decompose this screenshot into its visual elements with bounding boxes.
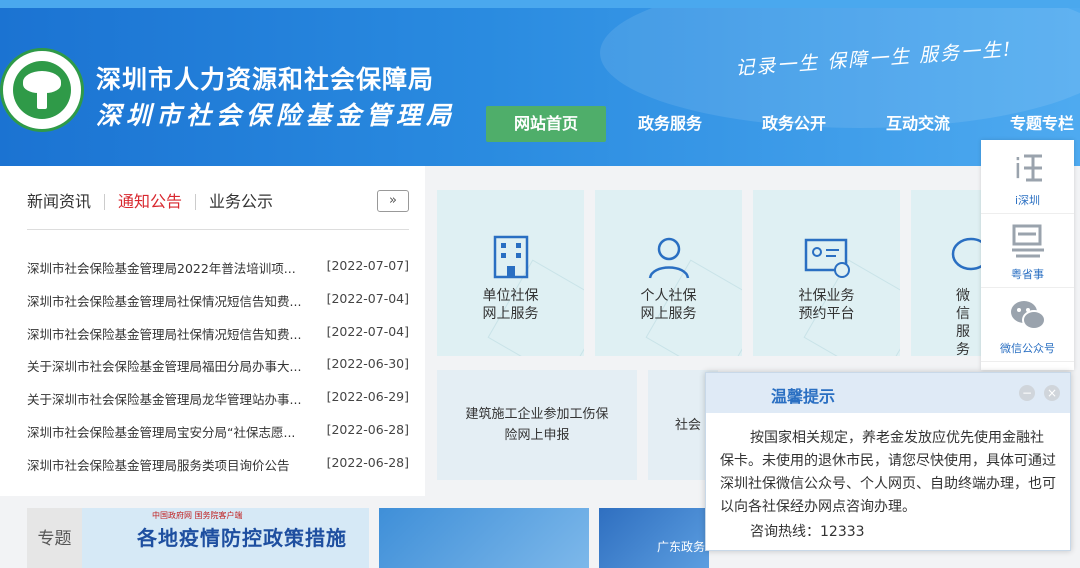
list-item[interactable]: 深圳市社会保险基金管理局社保情况短信告知费... [2022-07-04] (27, 324, 409, 357)
tab-news[interactable]: 新闻资讯 (27, 194, 104, 210)
list-item-date: [2022-06-29] (326, 389, 409, 405)
list-item-date: [2022-06-28] (326, 421, 409, 437)
list-item-title[interactable]: 关于深圳市社会保险基金管理局龙华管理站办事... (27, 389, 301, 422)
list-item[interactable]: 深圳市社会保险基金管理局宝安分局“社保志愿... [2022-06-28] (27, 422, 409, 455)
banner-epidemic-title: 各地疫情防控政策措施 (137, 526, 347, 550)
nav-item-interaction[interactable]: 互动交流 (858, 106, 978, 142)
list-item-date: [2022-07-07] (326, 258, 409, 273)
banner-gd-label: 广东政务 (657, 540, 706, 554)
list-item-title[interactable]: 深圳市社会保险基金管理局社保情况短信告知费... (27, 324, 301, 357)
service-tile-wechat[interactable]: 微信 服务 (911, 190, 981, 356)
list-item-date: [2022-06-28] (326, 454, 409, 470)
service-tile-unit[interactable]: 单位社保 网上服务 (437, 190, 584, 356)
ishenzhen-icon: i (1014, 152, 1042, 185)
service-tile-label: 个人社保 网上服务 (640, 288, 697, 322)
close-icon[interactable]: × (1044, 385, 1060, 401)
building-icon (493, 235, 528, 279)
nav-item-gov-services[interactable]: 政务服务 (610, 106, 730, 142)
list-item[interactable]: 深圳市社会保险基金管理局社保情况短信告知费... [2022-07-04] (27, 291, 409, 324)
list-item-date: [2022-06-30] (326, 356, 409, 372)
banner-epidemic[interactable]: 专题 中国政府网 国务院客户端 各地疫情防控政策措施 (27, 508, 369, 568)
popup-header: 温馨提示 − × (706, 373, 1070, 413)
popup-hotline: 咨询热线：12333 (750, 524, 865, 540)
appointment-icon (804, 238, 850, 278)
minimize-icon[interactable]: − (1019, 385, 1035, 401)
nav-item-home[interactable]: 网站首页 (486, 106, 606, 142)
list-item[interactable]: 关于深圳市社会保险基金管理局龙华管理站办事... [2022-06-29] (27, 389, 409, 422)
service-tile-label: 微信 服务 (956, 288, 970, 356)
banner-guangdong[interactable]: 广东政务 (599, 508, 709, 568)
org-name-primary: 深圳市人力资源和社会保障局 (96, 65, 435, 94)
more-button[interactable]: » (377, 190, 409, 212)
service-tile-personal[interactable]: 个人社保 网上服务 (595, 190, 742, 356)
nav-item-gov-open[interactable]: 政务公开 (734, 106, 854, 142)
service-tile-label: 社保业务 预约平台 (798, 288, 855, 322)
site-header: 深圳市人力资源和社会保障局 深圳市社会保险基金管理局 记录一生 保障一生 服务一… (0, 8, 1080, 166)
org-emblem-icon[interactable] (0, 48, 84, 132)
popup-body: 按国家相关规定，养老金发放应优先使用金融社保卡。未使用的退休市民，请您尽快使用，… (720, 430, 1056, 515)
news-list: 深圳市社会保险基金管理局2022年普法培训项... [2022-07-07] 深圳… (27, 258, 409, 488)
top-strip (0, 0, 1080, 8)
notice-popup: 温馨提示 − × 按国家相关规定，养老金发放应优先使用金融社保卡。未使用的退休市… (705, 372, 1071, 551)
banner-2[interactable] (379, 508, 589, 568)
wechat-icon (951, 237, 981, 271)
banner-epidemic-top: 中国政府网 国务院客户端 (152, 511, 243, 520)
tab-notices[interactable]: 通知公告 (104, 194, 195, 210)
service-tile-appointment[interactable]: 社保业务 预约平台 (753, 190, 900, 356)
svg-text:i: i (1014, 152, 1022, 185)
list-item-date: [2022-07-04] (326, 290, 409, 306)
news-panel: 新闻资讯 通知公告 业务公示 » 深圳市社会保险基金管理局2022年普法培训项.… (0, 166, 425, 496)
list-item-date: [2022-07-04] (326, 323, 409, 339)
org-name-secondary: 深圳市社会保险基金管理局 (96, 101, 457, 130)
popup-title: 温馨提示 (771, 387, 836, 406)
list-item-title[interactable]: 关于深圳市社会保险基金管理局福田分局办事大... (27, 356, 301, 389)
sidebar-item-yueshengshi[interactable]: 粤省事 (981, 214, 1074, 288)
banner-zhuanti-label: 专题 (27, 508, 82, 568)
tab-business[interactable]: 业务公示 (195, 194, 286, 210)
list-item-title[interactable]: 深圳市社会保险基金管理局宝安分局“社保志愿... (27, 422, 295, 455)
person-icon (648, 237, 689, 279)
service-tile-label: 单位社保 网上服务 (482, 288, 539, 322)
service-tile-construction[interactable]: 建筑施工企业参加工伤保 险网上申报 (437, 370, 637, 480)
nav-item-special[interactable]: 专题专栏 (982, 106, 1080, 142)
tab-divider (27, 229, 409, 230)
list-item-title[interactable]: 深圳市社会保险基金管理局服务类项目询价公告 (27, 455, 290, 488)
side-quick-links: i i深圳 粤省事 微信公众号 (981, 140, 1074, 370)
list-item[interactable]: 深圳市社会保险基金管理局服务类项目询价公告 [2022-06-28] (27, 455, 409, 488)
list-item[interactable]: 关于深圳市社会保险基金管理局福田分局办事大... [2022-06-30] (27, 356, 409, 389)
yueshengshi-icon (1011, 224, 1044, 258)
list-item[interactable]: 深圳市社会保险基金管理局2022年普法培训项... [2022-07-07] (27, 258, 409, 291)
sidebar-item-ishenzhen[interactable]: i i深圳 (981, 140, 1074, 214)
wechat-icon (1010, 301, 1046, 330)
list-item-title[interactable]: 深圳市社会保险基金管理局2022年普法培训项... (27, 258, 296, 291)
service-tile-label: 建筑施工企业参加工伤保 险网上申报 (465, 407, 609, 443)
news-tabs: 新闻资讯 通知公告 业务公示 (27, 194, 286, 210)
main-nav: 网站首页 政务服务 政务公开 互动交流 专题专栏 (486, 106, 1080, 142)
list-item-title[interactable]: 深圳市社会保险基金管理局社保情况短信告知费... (27, 291, 301, 324)
sidebar-item-wechat[interactable]: 微信公众号 (981, 288, 1074, 362)
